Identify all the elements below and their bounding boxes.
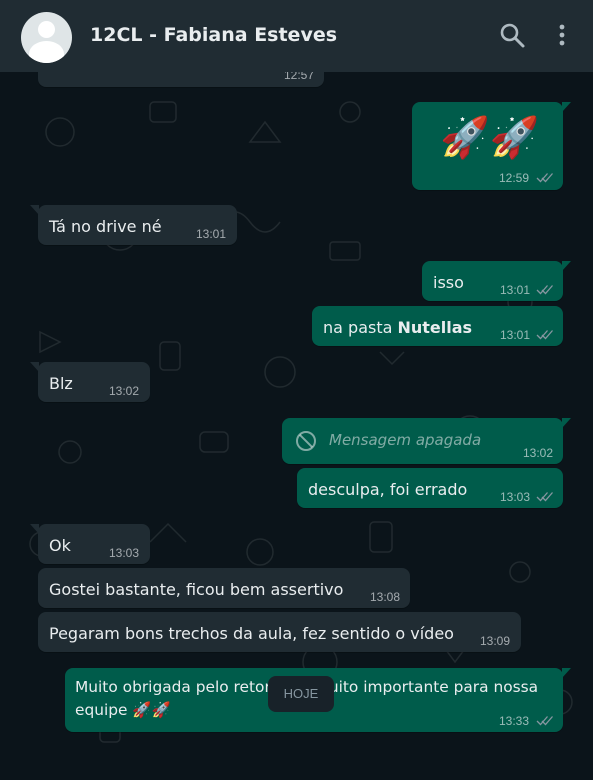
chat-header: 12CL - Fabiana Esteves: [0, 0, 593, 72]
message-outgoing-deleted[interactable]: Mensagem apagada 13:02: [282, 418, 571, 464]
message-time: 13:09: [480, 634, 511, 648]
message-text-bold: Nutellas: [397, 318, 473, 337]
message-time: 13:01: [196, 227, 227, 241]
bubble-tail: [562, 418, 571, 428]
message-text: Blz: [49, 374, 73, 393]
message-text-line2: equipe 🚀🚀: [75, 701, 171, 719]
message-time: 13:03: [500, 490, 531, 504]
menu-dots-icon[interactable]: [550, 20, 580, 50]
message-time: 13:33: [499, 714, 530, 728]
message-outgoing[interactable]: desculpa, foi errado 13:03: [297, 468, 563, 508]
double-check-icon: [536, 716, 553, 726]
double-check-icon: [536, 285, 553, 295]
message-text-prefix: na pasta: [323, 318, 398, 337]
bubble-tail: [562, 668, 571, 678]
double-check-icon: [536, 330, 553, 340]
message-text: Ok: [49, 536, 71, 555]
message-text: desculpa, foi errado: [308, 480, 468, 499]
bubble-tail: [30, 205, 39, 215]
message-time: 13:01: [500, 283, 531, 297]
message-incoming[interactable]: Tá no drive né 13:01: [30, 205, 237, 245]
bubble-tail: [30, 524, 39, 534]
message-incoming[interactable]: Gostei bastante, ficou bem assertivo 13:…: [38, 568, 410, 608]
bubble-tail: [562, 261, 571, 271]
message-text: Tá no drive né: [49, 217, 162, 236]
message-time: 13:03: [109, 546, 140, 560]
message-outgoing[interactable]: isso 13:01: [422, 261, 571, 301]
message-time: 13:08: [370, 590, 401, 604]
message-time: 13:01: [500, 328, 531, 342]
message-text: na pasta Nutellas: [323, 318, 472, 337]
message-outgoing[interactable]: na pasta Nutellas 13:01: [312, 306, 563, 346]
message-text: 🚀🚀: [440, 115, 540, 161]
message-text: Gostei bastante, ficou bem assertivo: [49, 580, 344, 599]
message-text: Pegaram bons trechos da aula, fez sentid…: [49, 624, 454, 643]
message-outgoing[interactable]: 🚀🚀 12:59: [412, 102, 571, 190]
message-text: isso: [433, 273, 464, 292]
avatar[interactable]: [21, 12, 72, 63]
bubble-tail: [30, 362, 39, 372]
avatar-body-shape: [29, 41, 64, 63]
chat-title[interactable]: 12CL - Fabiana Esteves: [90, 24, 337, 46]
message-deleted-text: Mensagem apagada: [329, 431, 482, 449]
message-time: 13:02: [523, 446, 554, 460]
message-incoming[interactable]: 12:57: [38, 72, 324, 87]
date-divider: HOJE: [268, 676, 334, 712]
message-time: 12:59: [499, 171, 530, 185]
avatar-head-shape: [38, 21, 55, 38]
chat-area[interactable]: 12:57 🚀🚀 12:59 Tá no drive né 13:01 isso…: [0, 72, 593, 780]
search-icon[interactable]: [497, 20, 527, 50]
deleted-icon: [296, 431, 316, 451]
double-check-icon: [536, 173, 553, 183]
bubble-tail: [562, 102, 571, 112]
double-check-icon: [536, 492, 553, 502]
message-time: 13:02: [109, 384, 140, 398]
message-incoming[interactable]: Pegaram bons trechos da aula, fez sentid…: [38, 612, 521, 652]
message-time: 12:57: [284, 72, 315, 82]
message-incoming[interactable]: Ok 13:03: [30, 524, 150, 564]
message-incoming[interactable]: Blz 13:02: [30, 362, 150, 402]
